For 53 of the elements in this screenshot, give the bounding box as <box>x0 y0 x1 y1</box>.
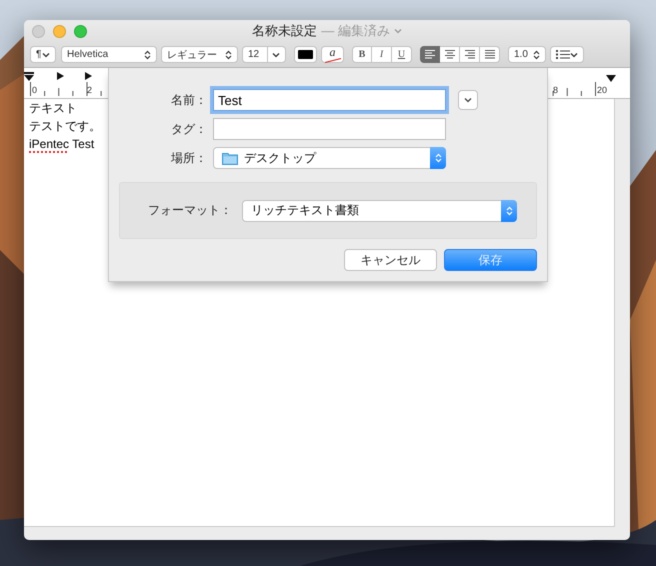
tab-stop-icon[interactable] <box>57 72 65 82</box>
align-left-icon <box>424 50 436 60</box>
underline-button[interactable]: U <box>392 46 412 63</box>
bold-button[interactable]: B <box>352 46 372 63</box>
up-down-arrows-icon <box>533 50 540 60</box>
italic-button[interactable]: I <box>372 46 392 63</box>
ruler-number: 8 <box>553 85 558 95</box>
font-size-combo[interactable]: 12 <box>242 46 286 63</box>
tags-field[interactable] <box>213 118 446 140</box>
field-label: 場所： <box>170 150 208 166</box>
up-down-arrows-icon <box>225 50 232 60</box>
bullet-list-icon <box>556 50 570 59</box>
align-center-button[interactable] <box>440 46 460 63</box>
file-name-field[interactable]: Test <box>213 89 446 111</box>
ruler-number: 0 <box>32 85 38 95</box>
align-justify-button[interactable] <box>480 46 500 63</box>
chevron-down-icon <box>570 52 578 58</box>
align-left-button[interactable] <box>420 46 440 63</box>
tab-stop-icon[interactable] <box>85 72 93 82</box>
up-down-arrows-icon <box>434 153 442 163</box>
up-down-arrows-icon <box>144 50 151 60</box>
list-style-button[interactable] <box>550 46 584 63</box>
line-spacing-popup[interactable]: 1.0 <box>508 46 546 63</box>
document-text-line: iPentec Test <box>29 136 94 153</box>
indent-marker-icon[interactable] <box>24 72 36 82</box>
highlight-color-button[interactable]: a <box>321 46 344 63</box>
field-label: タグ： <box>170 120 208 138</box>
up-down-arrows-icon <box>506 206 512 216</box>
slash-icon <box>324 58 342 63</box>
edited-status: — 編集済み <box>321 22 390 40</box>
align-right-button[interactable] <box>460 46 480 63</box>
chevron-down-icon <box>272 52 280 58</box>
align-right-icon <box>464 50 476 60</box>
right-margin-marker-icon[interactable] <box>606 75 616 82</box>
chevron-down-icon <box>464 97 472 103</box>
field-label: フォーマット： <box>147 202 233 219</box>
font-family-popup[interactable]: Helvetica <box>61 46 157 63</box>
document-text-line: テストです。 <box>29 118 101 135</box>
ruler-number: 2 <box>87 85 92 95</box>
paragraph-style-button[interactable]: ¶ <box>30 46 56 63</box>
format-popup[interactable]: リッチテキスト書類 <box>242 200 517 222</box>
chevron-down-icon <box>42 52 50 58</box>
location-popup[interactable]: デスクトップ <box>213 147 446 169</box>
folder-icon <box>222 152 238 164</box>
align-justify-icon <box>484 50 496 60</box>
ruler-number: 20 <box>597 85 608 95</box>
document-text-line: テキスト <box>29 100 77 117</box>
window-title: 名称未設定 <box>252 22 318 40</box>
cancel-button[interactable]: キャンセル <box>344 249 437 271</box>
text-color-button[interactable] <box>294 46 317 63</box>
align-center-icon <box>444 50 456 60</box>
font-style-popup[interactable]: レギュラー <box>161 46 238 63</box>
expand-dialog-button[interactable] <box>458 90 478 110</box>
